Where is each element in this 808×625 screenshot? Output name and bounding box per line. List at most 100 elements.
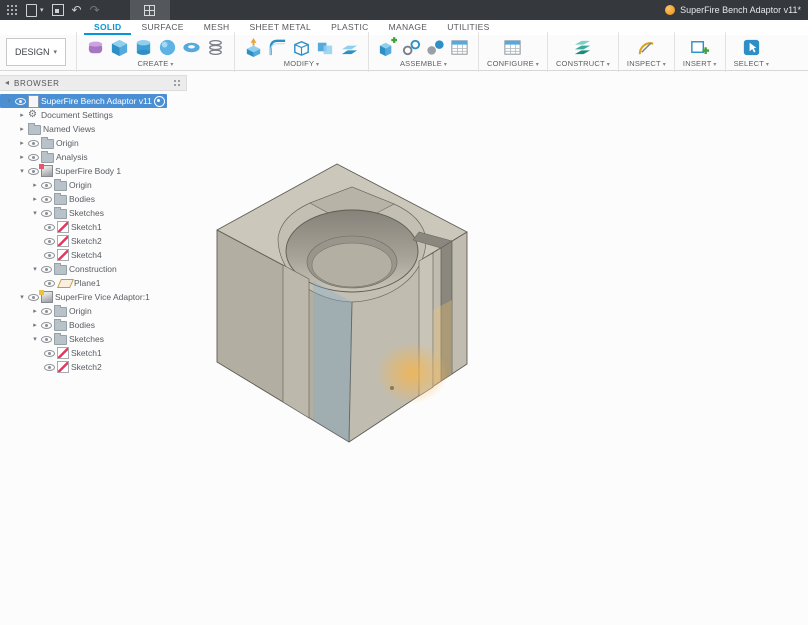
expand-arrow-icon[interactable] (31, 266, 39, 273)
visibility-eye-icon[interactable] (44, 251, 55, 260)
tab-sheet-metal[interactable]: SHEET METAL (240, 20, 322, 35)
tree-row-origin[interactable]: Origin (0, 136, 187, 150)
tab-mesh[interactable]: MESH (194, 20, 240, 35)
insert-dropdown[interactable]: INSERT (683, 59, 717, 68)
tree-row-superfire-body-1[interactable]: SuperFire Body 1 (0, 164, 187, 178)
tab-manage[interactable]: MANAGE (379, 20, 438, 35)
app-grid-icon[interactable] (7, 5, 18, 16)
construct-dropdown[interactable]: CONSTRUCT (556, 59, 610, 68)
tree-row-analysis[interactable]: Analysis (0, 150, 187, 164)
visibility-eye-icon[interactable] (41, 335, 52, 344)
sphere-icon[interactable] (157, 37, 178, 58)
joint-icon[interactable] (401, 37, 422, 58)
tree-row-sketch1[interactable]: Sketch1 (0, 346, 187, 360)
tab-solid[interactable]: SOLID (84, 20, 131, 35)
model-bore-bottom[interactable] (312, 243, 392, 287)
select-dropdown[interactable]: SELECT (734, 59, 769, 68)
tree-row-bodies[interactable]: Bodies (0, 318, 187, 332)
visibility-eye-icon[interactable] (41, 265, 52, 274)
visibility-eye-icon[interactable] (41, 321, 52, 330)
visibility-eye-icon[interactable] (41, 181, 52, 190)
visibility-eye-icon[interactable] (28, 293, 39, 302)
visibility-eye-icon[interactable] (44, 349, 55, 358)
model-highlight-point[interactable] (390, 386, 394, 390)
expand-arrow-icon[interactable] (31, 182, 39, 189)
tree-row-superfire-vice-adaptor[interactable]: SuperFire Vice Adaptor:1 (0, 290, 187, 304)
measure-icon[interactable] (636, 37, 657, 58)
model-left-rib[interactable] (283, 265, 309, 418)
browser-header[interactable]: ◂ BROWSER (0, 75, 187, 91)
tree-row-origin[interactable]: Origin (0, 304, 187, 318)
assemble-dropdown[interactable]: ASSEMBLE (400, 59, 447, 68)
tree-row-sketch2[interactable]: Sketch2 (0, 360, 187, 374)
tree-row-root-component[interactable]: SuperFire Bench Adaptor v11 (0, 94, 167, 108)
visibility-eye-icon[interactable] (41, 209, 52, 218)
expand-arrow-icon[interactable] (18, 154, 26, 161)
tree-row-sketch1[interactable]: Sketch1 (0, 220, 187, 234)
cylinder-icon[interactable] (133, 37, 154, 58)
document-tab[interactable] (130, 0, 170, 20)
press-pull-icon[interactable] (243, 37, 264, 58)
inspect-dropdown[interactable]: INSPECT (627, 59, 666, 68)
tree-row-named-views[interactable]: Named Views (0, 122, 187, 136)
tree-row-plane1[interactable]: Plane1 (0, 276, 187, 290)
insert-canvas-icon[interactable] (689, 37, 710, 58)
tree-row-construction[interactable]: Construction (0, 262, 187, 276)
torus-icon[interactable] (181, 37, 202, 58)
create-form-icon[interactable] (85, 37, 106, 58)
tree-row-bodies[interactable]: Bodies (0, 192, 187, 206)
tree-row-sketch2[interactable]: Sketch2 (0, 234, 187, 248)
visibility-eye-icon[interactable] (41, 195, 52, 204)
select-cursor-icon[interactable] (741, 37, 762, 58)
file-menu-caret-icon[interactable]: ▾ (40, 6, 44, 14)
tree-row-sketches[interactable]: Sketches (0, 332, 187, 346)
expand-arrow-icon[interactable] (5, 98, 13, 105)
visibility-eye-icon[interactable] (15, 97, 26, 106)
tab-surface[interactable]: SURFACE (131, 20, 193, 35)
save-icon[interactable] (52, 4, 64, 16)
new-component-icon[interactable] (377, 37, 398, 58)
visibility-eye-icon[interactable] (44, 237, 55, 246)
collapse-arrow-icon[interactable]: ◂ (5, 79, 9, 87)
modify-dropdown[interactable]: MODIFY (284, 59, 319, 68)
coil-icon[interactable] (205, 37, 226, 58)
model-selected-face-tint[interactable] (313, 281, 352, 442)
fillet-icon[interactable] (267, 37, 288, 58)
redo-icon[interactable]: ↷ (90, 4, 100, 16)
design-workspace-button[interactable]: DESIGN (6, 38, 66, 66)
expand-arrow-icon[interactable] (31, 308, 39, 315)
expand-arrow-icon[interactable] (18, 168, 26, 175)
configure-dropdown[interactable]: CONFIGURE (487, 59, 539, 68)
create-dropdown[interactable]: CREATE (137, 59, 173, 68)
undo-icon[interactable]: ↶ (72, 4, 82, 16)
expand-arrow-icon[interactable] (31, 322, 39, 329)
expand-arrow-icon[interactable] (31, 336, 39, 343)
expand-arrow-icon[interactable] (18, 294, 26, 301)
visibility-eye-icon[interactable] (28, 153, 39, 162)
shell-icon[interactable] (291, 37, 312, 58)
visibility-eye-icon[interactable] (28, 167, 39, 176)
visibility-eye-icon[interactable] (44, 279, 55, 288)
job-status-icon[interactable] (665, 5, 675, 15)
tree-row-origin[interactable]: Origin (0, 178, 187, 192)
parts-list-icon[interactable] (449, 37, 470, 58)
tree-row-document-settings[interactable]: ⚙ Document Settings (0, 108, 187, 122)
activate-component-radio[interactable] (154, 96, 165, 107)
visibility-eye-icon[interactable] (44, 363, 55, 372)
tab-utilities[interactable]: UTILITIES (437, 20, 499, 35)
configuration-table-icon[interactable] (502, 37, 523, 58)
visibility-eye-icon[interactable] (28, 139, 39, 148)
tab-plastic[interactable]: PLASTIC (321, 20, 379, 35)
construction-plane-icon[interactable] (572, 37, 593, 58)
expand-arrow-icon[interactable] (18, 140, 26, 147)
visibility-eye-icon[interactable] (44, 223, 55, 232)
expand-arrow-icon[interactable] (31, 196, 39, 203)
file-menu-icon[interactable] (26, 4, 37, 17)
visibility-eye-icon[interactable] (41, 307, 52, 316)
as-built-joint-icon[interactable] (425, 37, 446, 58)
panel-handle-icon[interactable] (174, 80, 181, 87)
expand-arrow-icon[interactable] (18, 126, 26, 133)
expand-arrow-icon[interactable] (18, 112, 26, 119)
tree-row-sketches[interactable]: Sketches (0, 206, 187, 220)
expand-arrow-icon[interactable] (31, 210, 39, 217)
